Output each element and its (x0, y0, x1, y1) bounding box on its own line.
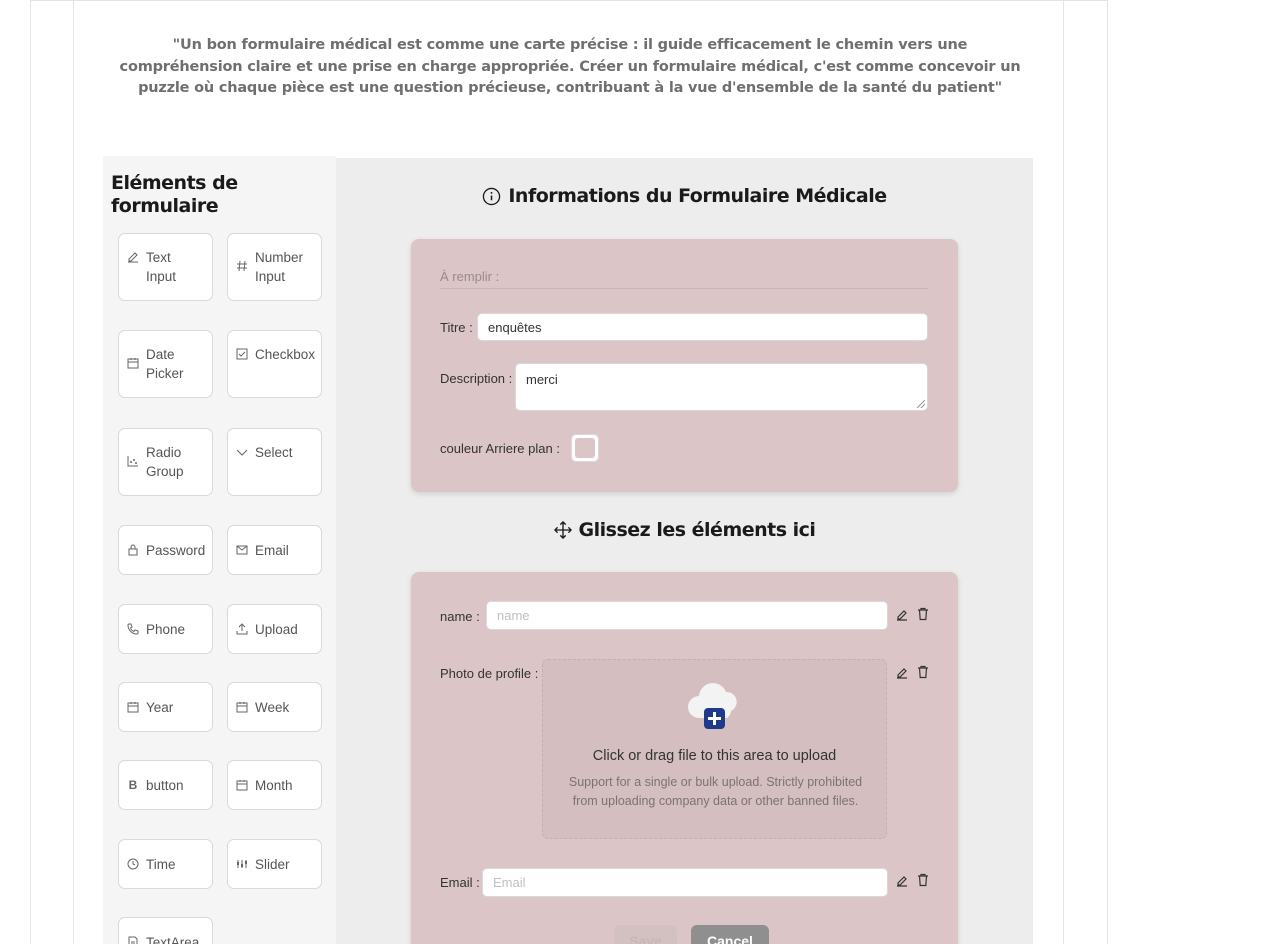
palette-item-week[interactable]: Week (227, 682, 322, 732)
info-card: À remplir : Titre : enquêtes Description… (411, 239, 958, 492)
upload-dropzone[interactable]: Click or drag file to this area to uploa… (542, 659, 887, 839)
palette-item-upload[interactable]: Upload (227, 604, 322, 654)
bg-color-picker[interactable] (571, 434, 599, 462)
upload-hint: Support for a single or bulk upload. Str… (568, 775, 863, 808)
palette-item-time[interactable]: Time (118, 839, 213, 889)
info-section-title: Informations du Formulaire Médicale (336, 185, 1033, 207)
bold-icon: B (128, 778, 138, 792)
clock-icon (127, 858, 139, 870)
palette-item-year[interactable]: Year (118, 682, 213, 732)
delete-icon[interactable] (916, 665, 930, 679)
bg-color-label: couleur Arriere plan : (440, 441, 560, 456)
cancel-button[interactable]: Cancel (691, 925, 769, 944)
palette-item-slider[interactable]: Slider (227, 839, 322, 889)
edit-icon[interactable] (895, 608, 909, 622)
email-label: Email : (440, 875, 480, 890)
hash-icon (236, 260, 248, 272)
palette-item-number-input[interactable]: Number Input (227, 233, 322, 301)
name-input[interactable]: name (486, 601, 888, 630)
edit-icon[interactable] (895, 666, 909, 680)
edit-icon[interactable] (895, 874, 909, 888)
calendar-icon (236, 779, 248, 791)
cloud-upload-icon (688, 683, 737, 729)
calendar-icon (127, 357, 139, 369)
file-text-icon (127, 936, 139, 944)
calendar-icon (127, 701, 139, 713)
bg-color-preview (575, 438, 595, 458)
resize-handle-icon[interactable] (917, 400, 925, 408)
email-input[interactable]: Email (482, 868, 888, 897)
dot-chart-icon (127, 455, 139, 467)
fill-label: À remplir : (440, 269, 928, 289)
lock-icon (127, 544, 139, 556)
palette-item-email[interactable]: Email (227, 525, 322, 575)
mail-icon (236, 544, 248, 556)
palette-item-select[interactable]: Select (227, 428, 322, 496)
chevron-down-icon (236, 446, 248, 458)
edit-icon (127, 251, 139, 263)
checkbox-icon (236, 348, 248, 360)
palette-item-date-picker[interactable]: Date Picker (118, 330, 213, 398)
palette-item-password[interactable]: Password (118, 525, 213, 575)
palette-item-month[interactable]: Month (227, 760, 322, 810)
title-input[interactable]: enquêtes (477, 313, 928, 341)
info-circle-icon (483, 187, 501, 205)
form-elements-sidebar: Eléments de formulaire Text Input Number… (103, 156, 336, 944)
form-builder-canvas: Informations du Formulaire Médicale À re… (336, 158, 1033, 944)
upload-instruction: Click or drag file to this area to uploa… (592, 748, 837, 764)
delete-icon[interactable] (916, 873, 930, 887)
palette-item-text-input[interactable]: Text Input (118, 233, 213, 301)
palette-item-button[interactable]: Bbutton (118, 760, 213, 810)
upload-icon (236, 623, 248, 635)
sidebar-title: Eléments de formulaire (111, 172, 238, 217)
name-label: name : (440, 609, 480, 624)
calendar-icon (236, 701, 248, 713)
palette-item-radio-group[interactable]: Radio Group (118, 428, 213, 496)
phone-icon (127, 623, 139, 635)
palette-item-phone[interactable]: Phone (118, 604, 213, 654)
drag-move-icon (553, 521, 572, 539)
sliders-icon (236, 858, 248, 870)
palette-item-textarea[interactable]: TextArea (118, 917, 213, 944)
drop-zone-card: name : name Photo de profile : Click or … (411, 572, 958, 944)
description-textarea[interactable]: merci (515, 363, 928, 411)
photo-label: Photo de profile : (440, 666, 539, 681)
description-label: Description : (440, 371, 513, 386)
drop-section-title: Glissez les éléments ici (336, 519, 1033, 541)
delete-icon[interactable] (916, 607, 930, 621)
save-button[interactable]: Save (614, 925, 677, 944)
title-label: Titre : (440, 320, 473, 335)
palette-item-checkbox[interactable]: Checkbox (227, 330, 322, 398)
intro-quote: "Un bon formulaire médical est comme une… (119, 37, 1021, 96)
